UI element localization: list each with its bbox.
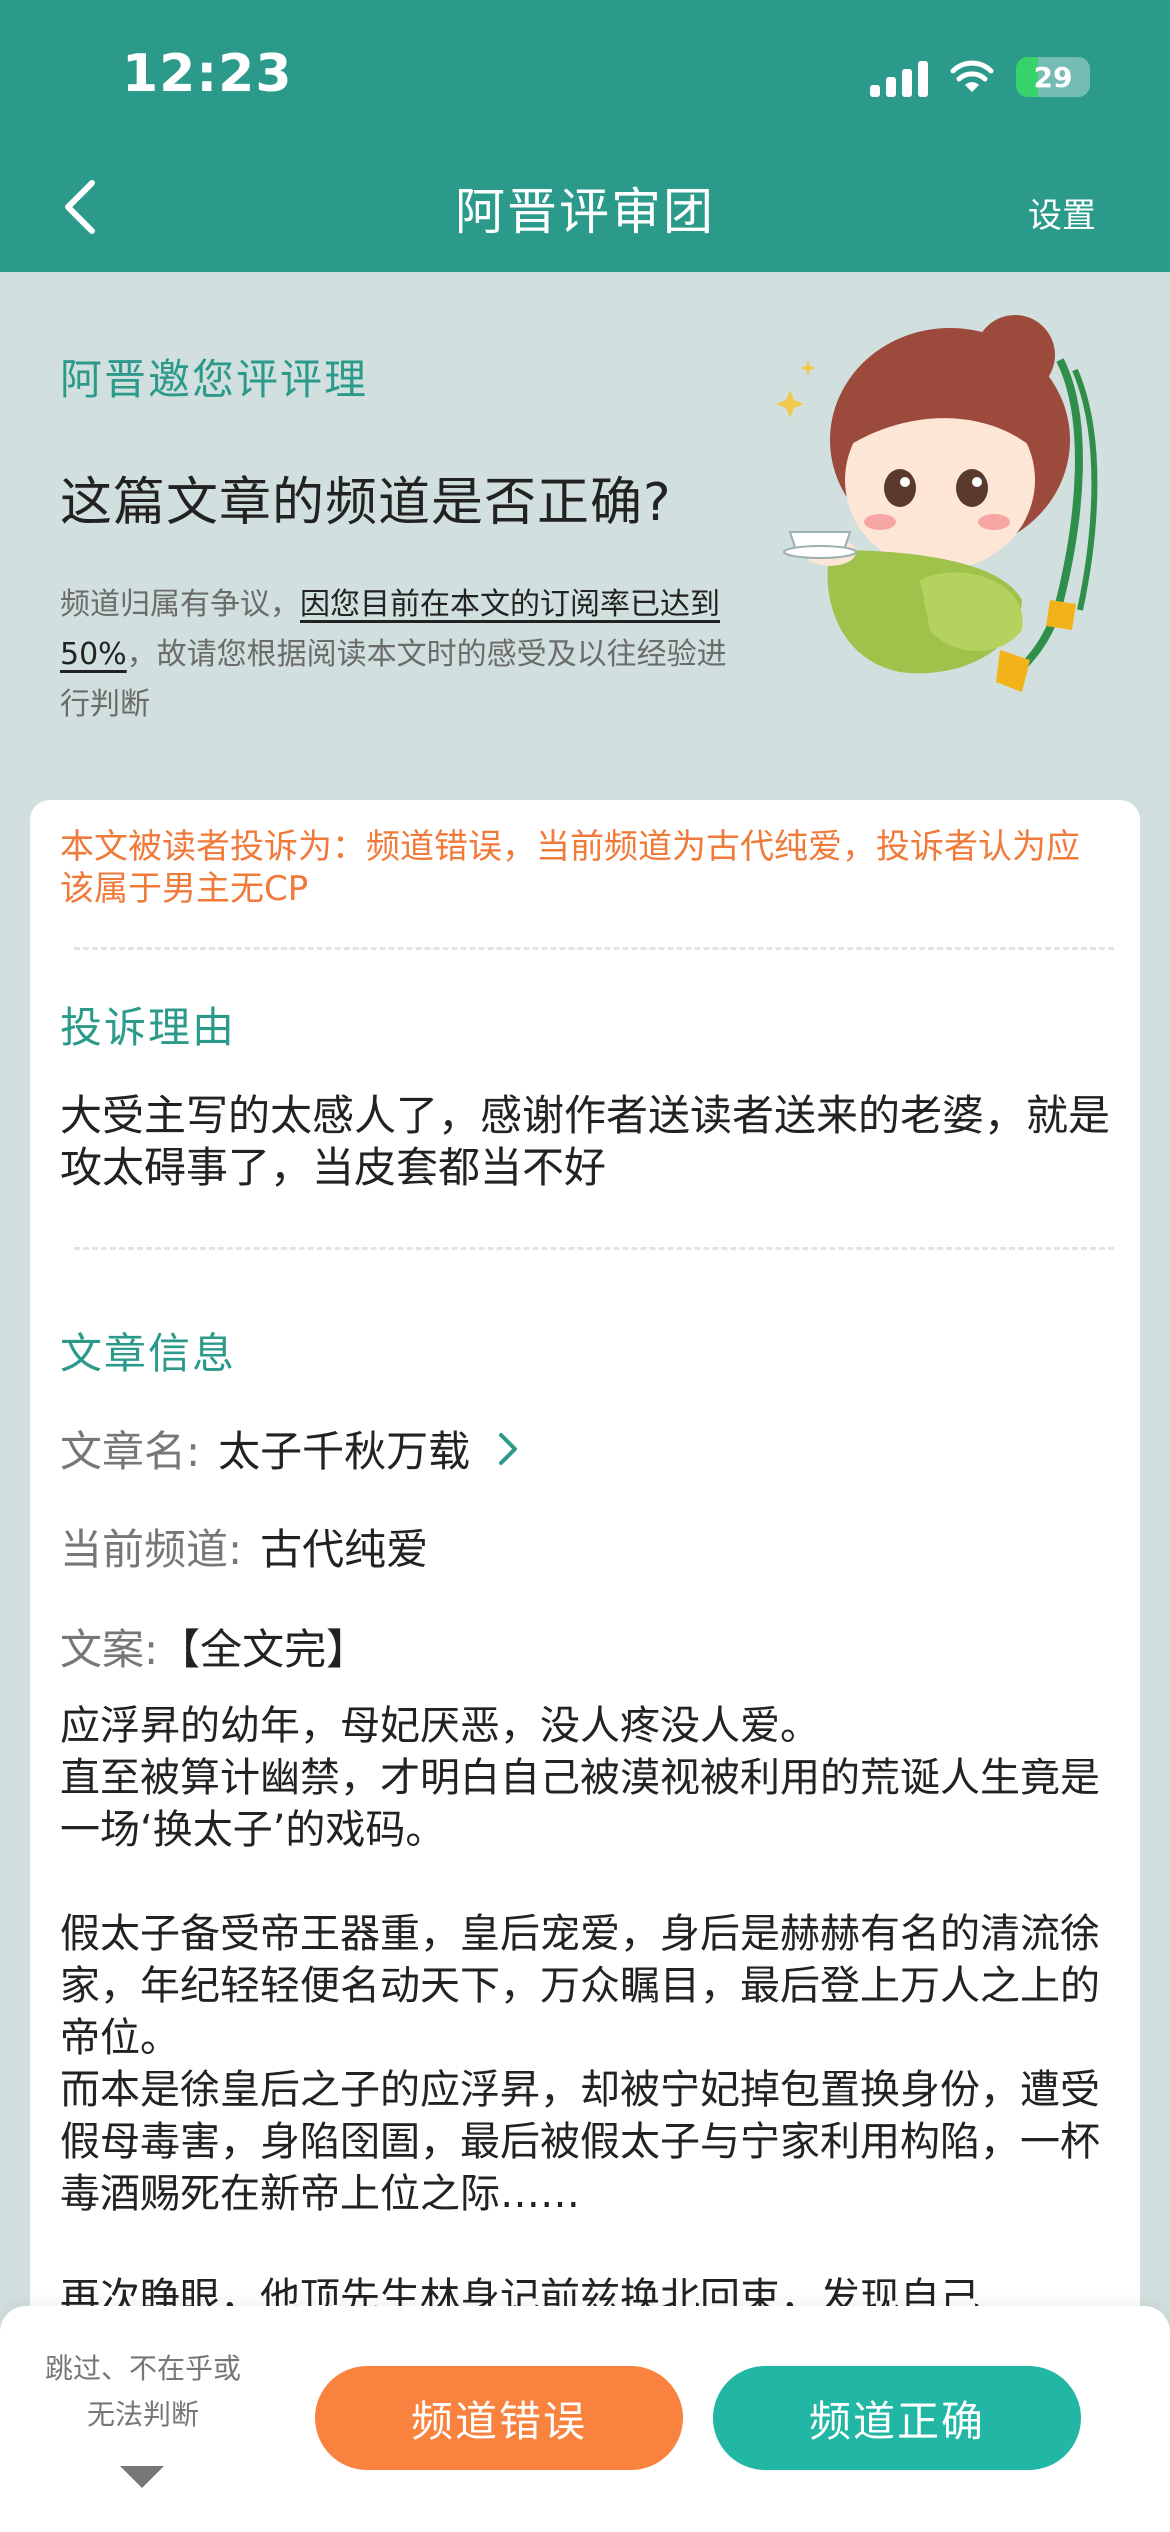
current-channel-value: 古代纯爱	[260, 1525, 429, 1574]
synopsis-tag: 【全文完】	[158, 1625, 369, 1674]
synopsis-paragraph: 而本是徐皇后之子的应浮昇，却被宁妃掉包置换身份，遭受假母毒害，身陷囹圄，最后被假…	[60, 2067, 1100, 2217]
article-name-value[interactable]: 太子千秋万载	[218, 1418, 470, 1479]
article-name-row[interactable]: 文章名: 太子千秋万载	[60, 1418, 520, 1479]
invite-label: 阿晋邀您评评理	[60, 355, 369, 404]
dispute-description: 频道归属有争议，因您目前在本文的订阅率已达到50%，故请您根据阅读本文时的感受及…	[60, 580, 740, 730]
synopsis-paragraph: 应浮昇的幼年，母妃厌恶，没人疼没人爱。	[60, 1703, 820, 1749]
status-time: 12:23	[122, 44, 293, 104]
skip-button[interactable]: 跳过、不在乎或无法判断	[40, 2346, 246, 2438]
signal-icon	[870, 57, 928, 97]
page-title: 阿晋评审团	[455, 183, 715, 241]
chevron-right-icon[interactable]	[496, 1430, 520, 1468]
complaint-notice: 本文被读者投诉为：频道错误，当前频道为古代纯爱，投诉者认为应该属于男主无CP	[60, 827, 1080, 909]
wifi-icon	[950, 60, 994, 92]
question-heading: 这篇文章的频道是否正确?	[60, 473, 672, 533]
battery-indicator: 29	[1016, 57, 1090, 97]
channel-correct-button[interactable]: 频道正确	[713, 2366, 1081, 2470]
channel-wrong-button[interactable]: 频道错误	[315, 2366, 683, 2470]
current-channel-row: 当前频道: 古代纯爱	[60, 1516, 428, 1577]
article-section-title: 文章信息	[60, 1329, 237, 1378]
synopsis-paragraph: 假太子备受帝王器重，皇后宠爱，身后是赫赫有名的清流徐家，年纪轻轻便名动天下，万众…	[60, 1911, 1100, 2061]
settings-button[interactable]: 设置	[1028, 188, 1096, 237]
complaint-reason-text: 大受主写的太感人了，感谢作者送读者送来的老婆，就是攻太碍事了，当皮套都当不好	[60, 1091, 1111, 1192]
reason-section-title: 投诉理由	[60, 1003, 237, 1052]
current-channel-label: 当前频道:	[60, 1525, 243, 1574]
divider	[74, 947, 1114, 950]
desc-suffix: ，故请您根据阅读本文时的感受及以往经验进行判断	[60, 637, 727, 722]
mascot-illustration	[776, 315, 1098, 692]
desc-prefix: 频道归属有争议，	[60, 587, 300, 622]
divider	[74, 1247, 1114, 1250]
article-name-label: 文章名:	[60, 1427, 201, 1476]
status-icons: 29	[870, 52, 1090, 102]
synopsis-row: 文案: 【全文完】	[60, 1616, 368, 1677]
synopsis-label: 文案:	[60, 1625, 159, 1674]
battery-percent: 29	[1033, 60, 1073, 94]
top-header: 12:23 29 阿晋评审团 设置	[0, 0, 1170, 272]
caret-down-icon[interactable]	[120, 2466, 164, 2488]
synopsis-text: 应浮昇的幼年，母妃厌恶，没人疼没人爱。 直至被算计幽禁，才明白自己被漠视被利用的…	[60, 1700, 1120, 2324]
synopsis-paragraph: 直至被算计幽禁，才明白自己被漠视被利用的荒诞人生竟是一场‘换太子’的戏码。	[60, 1755, 1100, 1853]
